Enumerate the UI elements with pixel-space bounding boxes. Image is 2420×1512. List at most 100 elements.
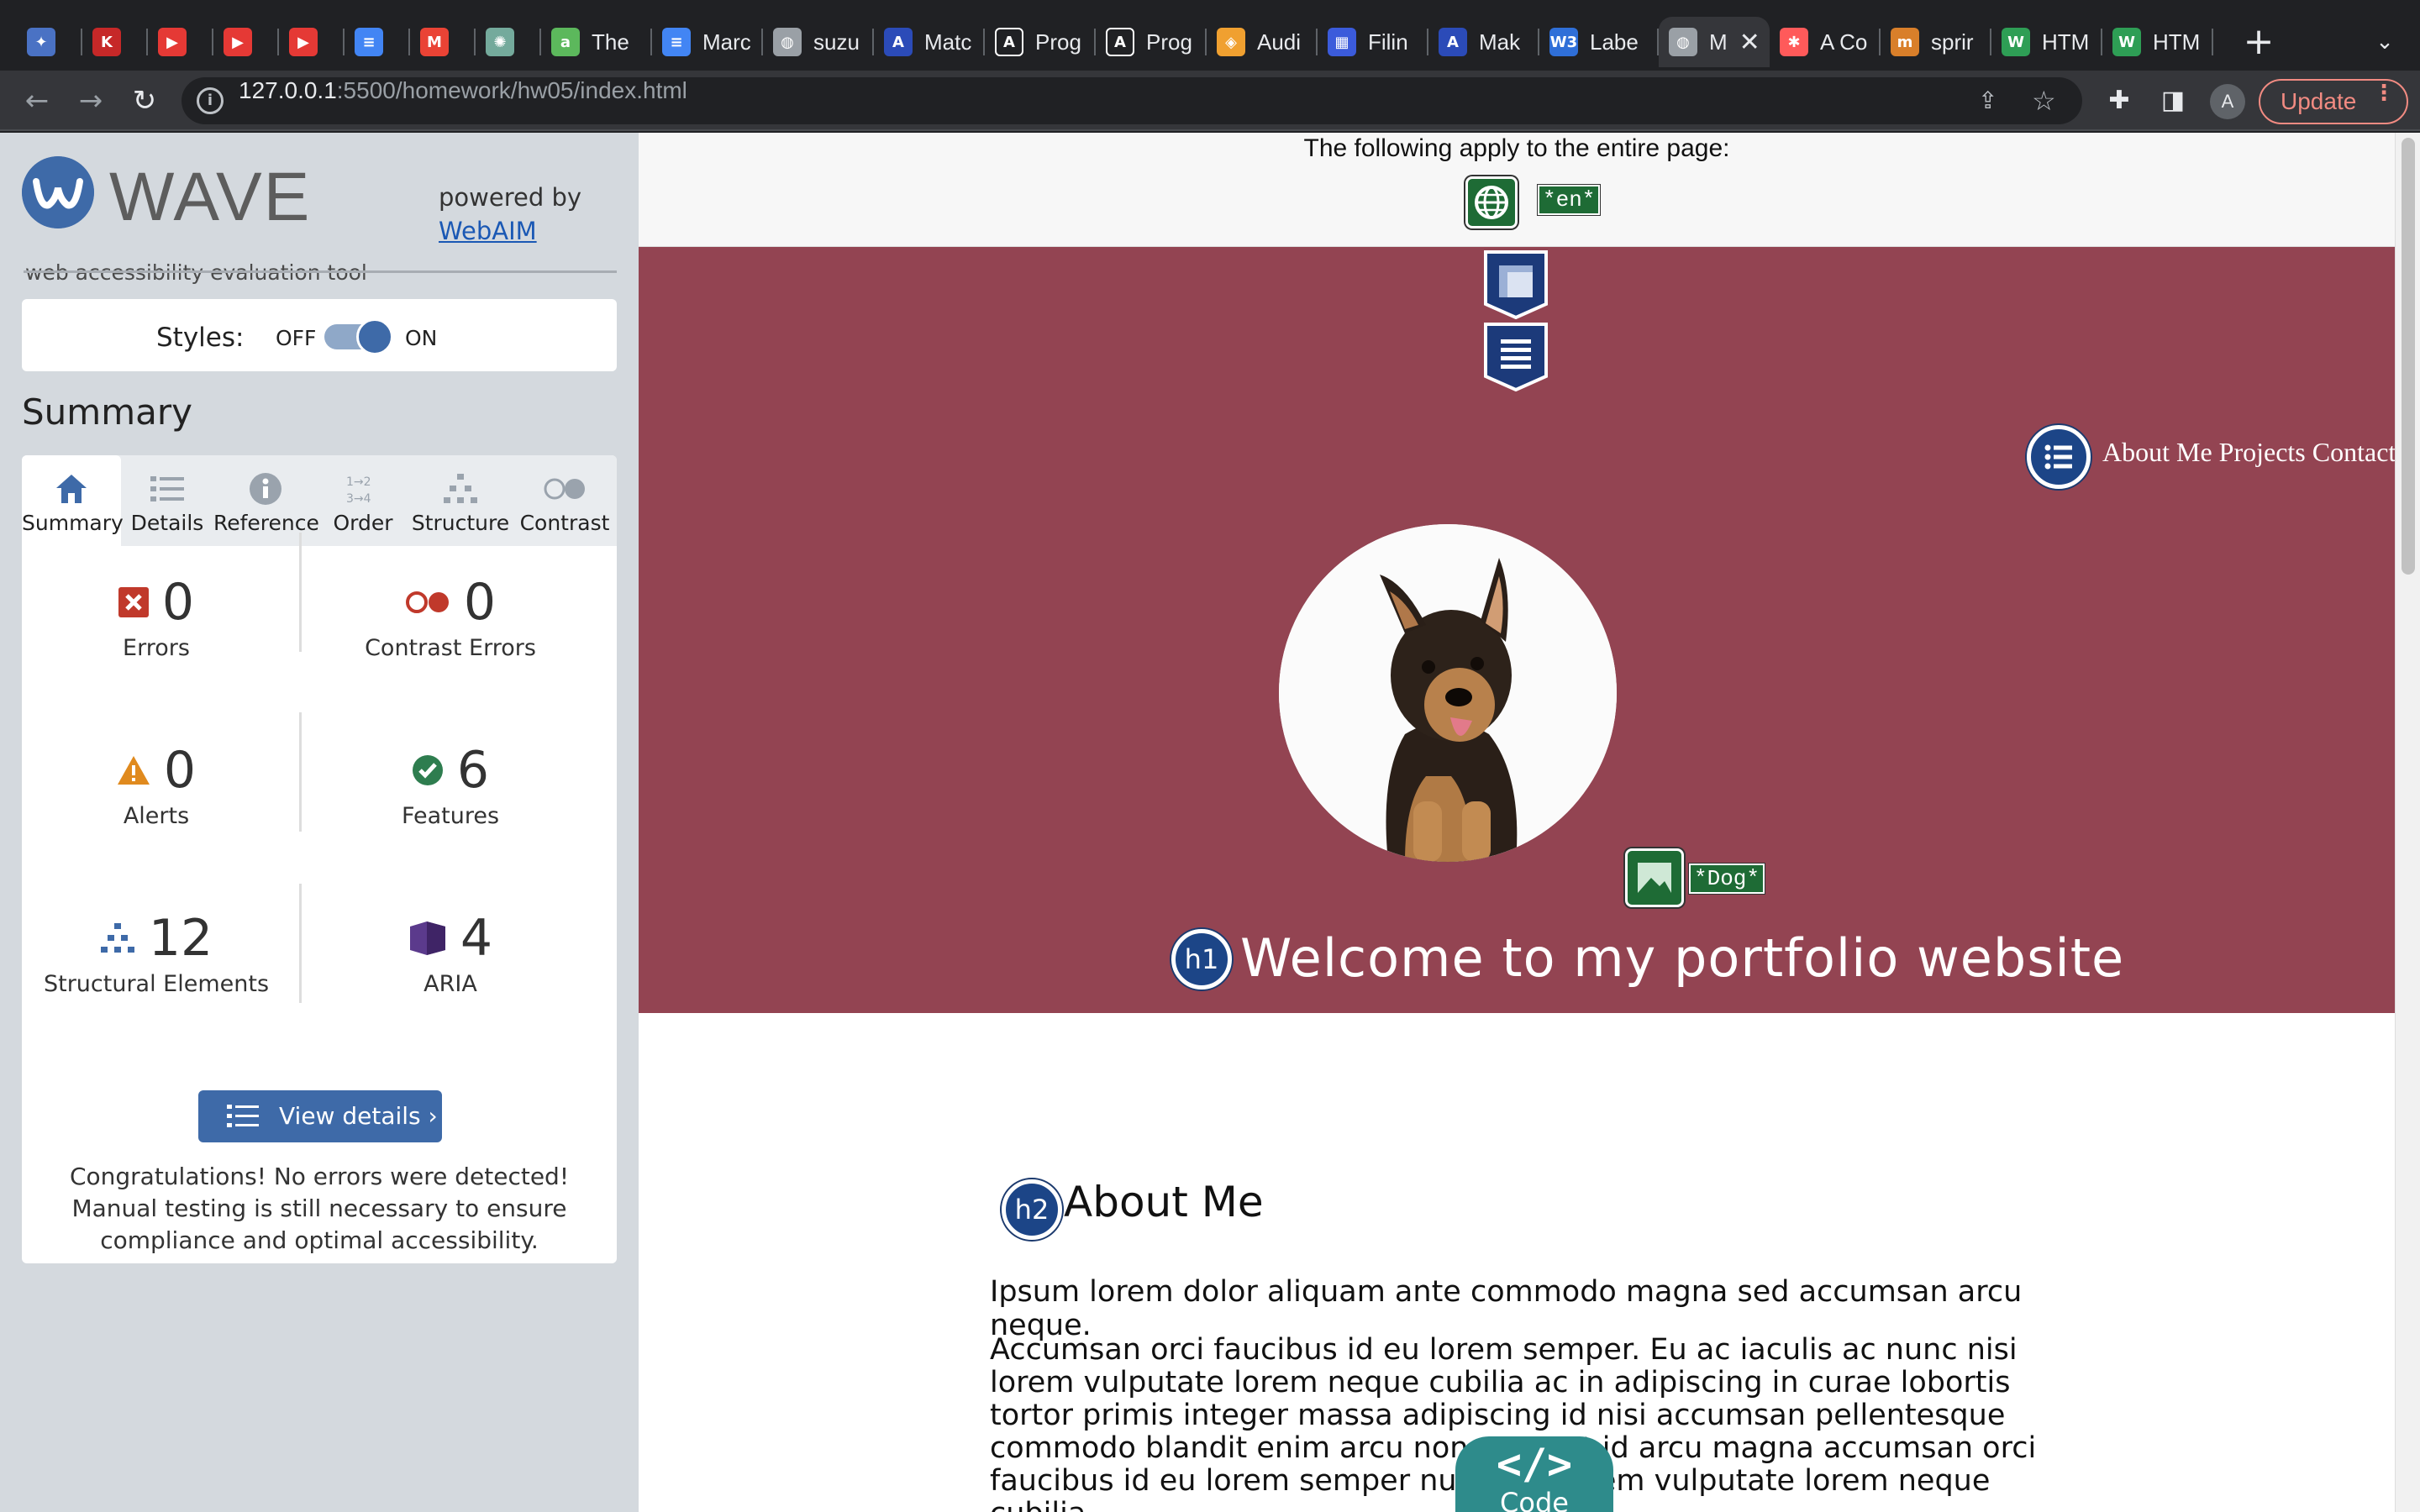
browser-tab[interactable]: A Matc	[874, 17, 985, 67]
browser-tab[interactable]: ✦	[17, 17, 82, 67]
browser-tab[interactable]: ◈ Audi	[1207, 17, 1318, 67]
features-label: Features	[401, 803, 500, 829]
alert-icon	[117, 756, 150, 785]
aria-icon	[409, 921, 445, 955]
forward-icon[interactable]: →	[69, 79, 113, 123]
tab-favicon-icon: ▶	[289, 28, 318, 56]
tab-favicon-icon: ▦	[1328, 28, 1356, 56]
tab-contrast[interactable]: Contrast	[513, 455, 617, 546]
tab-title: sprir	[1931, 29, 1974, 55]
summary-heading: Summary	[22, 391, 192, 433]
stat-aria[interactable]: 4 ARIA	[316, 909, 585, 997]
tab-favicon-icon: ◈	[1217, 28, 1245, 56]
stat-alerts[interactable]: 0 Alerts	[22, 741, 291, 829]
svg-text:1→2: 1→2	[346, 475, 371, 489]
browser-tab[interactable]: ▦ Filin	[1318, 17, 1428, 67]
url-path: :5500/homework/hw05/index.html	[336, 77, 687, 103]
view-details-button[interactable]: View details ›	[198, 1090, 442, 1142]
about-paragraph-1: Ipsum lorem dolor aliquam ante commodo m…	[990, 1275, 2023, 1342]
browser-tab[interactable]: M	[410, 17, 476, 67]
svg-text:3→4: 3→4	[346, 492, 371, 506]
back-icon[interactable]: ←	[15, 79, 59, 123]
reload-icon[interactable]: ↻	[123, 79, 166, 123]
h2-badge[interactable]: h2	[1002, 1179, 1062, 1240]
close-tab-icon[interactable]: ✕	[1739, 28, 1760, 57]
share-icon[interactable]: ⇪	[1978, 84, 1997, 118]
bookmark-star-icon[interactable]: ☆	[2032, 84, 2056, 118]
alerts-count: 0	[163, 741, 197, 800]
powered-by: powered by WebAIM	[439, 183, 581, 245]
h1-badge[interactable]: h1	[1171, 929, 1232, 990]
scrollbar-thumb[interactable]	[2402, 138, 2415, 575]
extensions-icon[interactable]: ✚	[2101, 82, 2138, 119]
address-bar[interactable]: i 127.0.0.1:5500/homework/hw05/index.htm…	[182, 77, 2082, 124]
browser-tab[interactable]: ≡ Marc	[652, 17, 763, 67]
tab-order[interactable]: 1→2 3→4 Order	[318, 455, 408, 546]
tab-contrast-label: Contrast	[519, 511, 610, 535]
browser-tab[interactable]: ▶	[279, 17, 345, 67]
applies-text: The following apply to the entire page:	[1303, 134, 1730, 162]
tab-title: suzu	[813, 29, 860, 55]
browser-tab[interactable]: K	[82, 17, 148, 67]
update-button[interactable]: Update ⋮	[2259, 79, 2408, 124]
tab-title: HTM	[2153, 29, 2201, 55]
tab-order-label: Order	[333, 511, 393, 535]
tab-reference[interactable]: Reference	[213, 455, 319, 546]
alerts-label: Alerts	[123, 803, 190, 829]
browser-tab[interactable]: ◍ suzu	[763, 17, 874, 67]
tab-details-label: Details	[130, 511, 204, 535]
order-icon: 1→23→4	[346, 475, 371, 506]
tab-favicon-icon: ▶	[224, 28, 252, 56]
tab-title: Prog	[1035, 29, 1081, 55]
navigation-landmark-icon[interactable]	[2027, 425, 2091, 489]
header-landmark-icon[interactable]	[1481, 249, 1551, 319]
feature-check-icon	[412, 755, 443, 785]
main-landmark-icon[interactable]	[1481, 321, 1551, 391]
code-toggle-button[interactable]: </> Code	[1455, 1436, 1613, 1512]
browser-tab[interactable]: A Prog	[1096, 17, 1207, 67]
site-info-icon[interactable]: i	[197, 87, 224, 114]
browser-tab[interactable]: a The	[541, 17, 652, 67]
stat-contrast-errors[interactable]: 0 Contrast Errors	[316, 573, 585, 661]
stat-features[interactable]: 6 Features	[316, 741, 585, 829]
language-feature-icon[interactable]	[1465, 176, 1518, 228]
tab-details[interactable]: Details	[121, 455, 213, 546]
tab-favicon-icon: W	[2002, 28, 2030, 56]
tab-title: Audi	[1257, 29, 1302, 55]
tab-favicon-icon: M	[420, 28, 449, 56]
tab-search-button[interactable]: ⌄	[2365, 18, 2405, 66]
new-tab-button[interactable]: +	[2235, 18, 2282, 66]
browser-tab[interactable]: A Mak	[1428, 17, 1539, 67]
browser-tab[interactable]: m sprir	[1881, 17, 1991, 67]
kebab-menu-icon[interactable]: ⋮	[2373, 81, 2395, 106]
profile-avatar[interactable]: A	[2210, 84, 2245, 119]
structure-elements-icon	[100, 923, 134, 953]
browser-tab[interactable]: ▶	[148, 17, 213, 67]
page-scrollbar[interactable]	[2395, 133, 2420, 1512]
browser-tab[interactable]: A Prog	[985, 17, 1096, 67]
browser-tab[interactable]: ✱ A Co	[1770, 17, 1881, 67]
browser-tab[interactable]: ≡	[345, 17, 410, 67]
stat-structural-elements[interactable]: 12 Structural Elements	[22, 909, 291, 997]
aria-label: ARIA	[424, 971, 477, 997]
code-label: Code	[1500, 1487, 1569, 1512]
tab-summary[interactable]: Summary	[22, 455, 124, 546]
contrast-errors-label: Contrast Errors	[365, 635, 536, 661]
stat-errors[interactable]: 0 Errors	[22, 573, 291, 661]
browser-tab[interactable]: W HTM	[2102, 17, 2213, 67]
styles-toggle[interactable]	[324, 318, 393, 355]
browser-tab[interactable]: ✺	[476, 17, 541, 67]
browser-tab[interactable]: W3 Labe	[1539, 17, 1659, 67]
alt-text-label: *Dog*	[1687, 863, 1766, 895]
browser-tab[interactable]: W HTM	[1991, 17, 2102, 67]
side-panel-icon[interactable]: ◨	[2154, 82, 2191, 119]
url-text[interactable]: 127.0.0.1:5500/homework/hw05/index.html	[239, 77, 687, 104]
tab-favicon-icon: ▶	[158, 28, 187, 56]
alt-text-feature-icon[interactable]	[1625, 848, 1684, 907]
tab-title: Marc	[702, 29, 751, 55]
browser-tab[interactable]: ▶	[213, 17, 279, 67]
tab-structure[interactable]: Structure	[408, 455, 513, 546]
site-nav-links[interactable]: About Me Projects Contact	[2102, 437, 2395, 468]
webaim-link[interactable]: WebAIM	[439, 217, 581, 245]
browser-tab[interactable]: ◍ M ✕	[1659, 17, 1770, 67]
